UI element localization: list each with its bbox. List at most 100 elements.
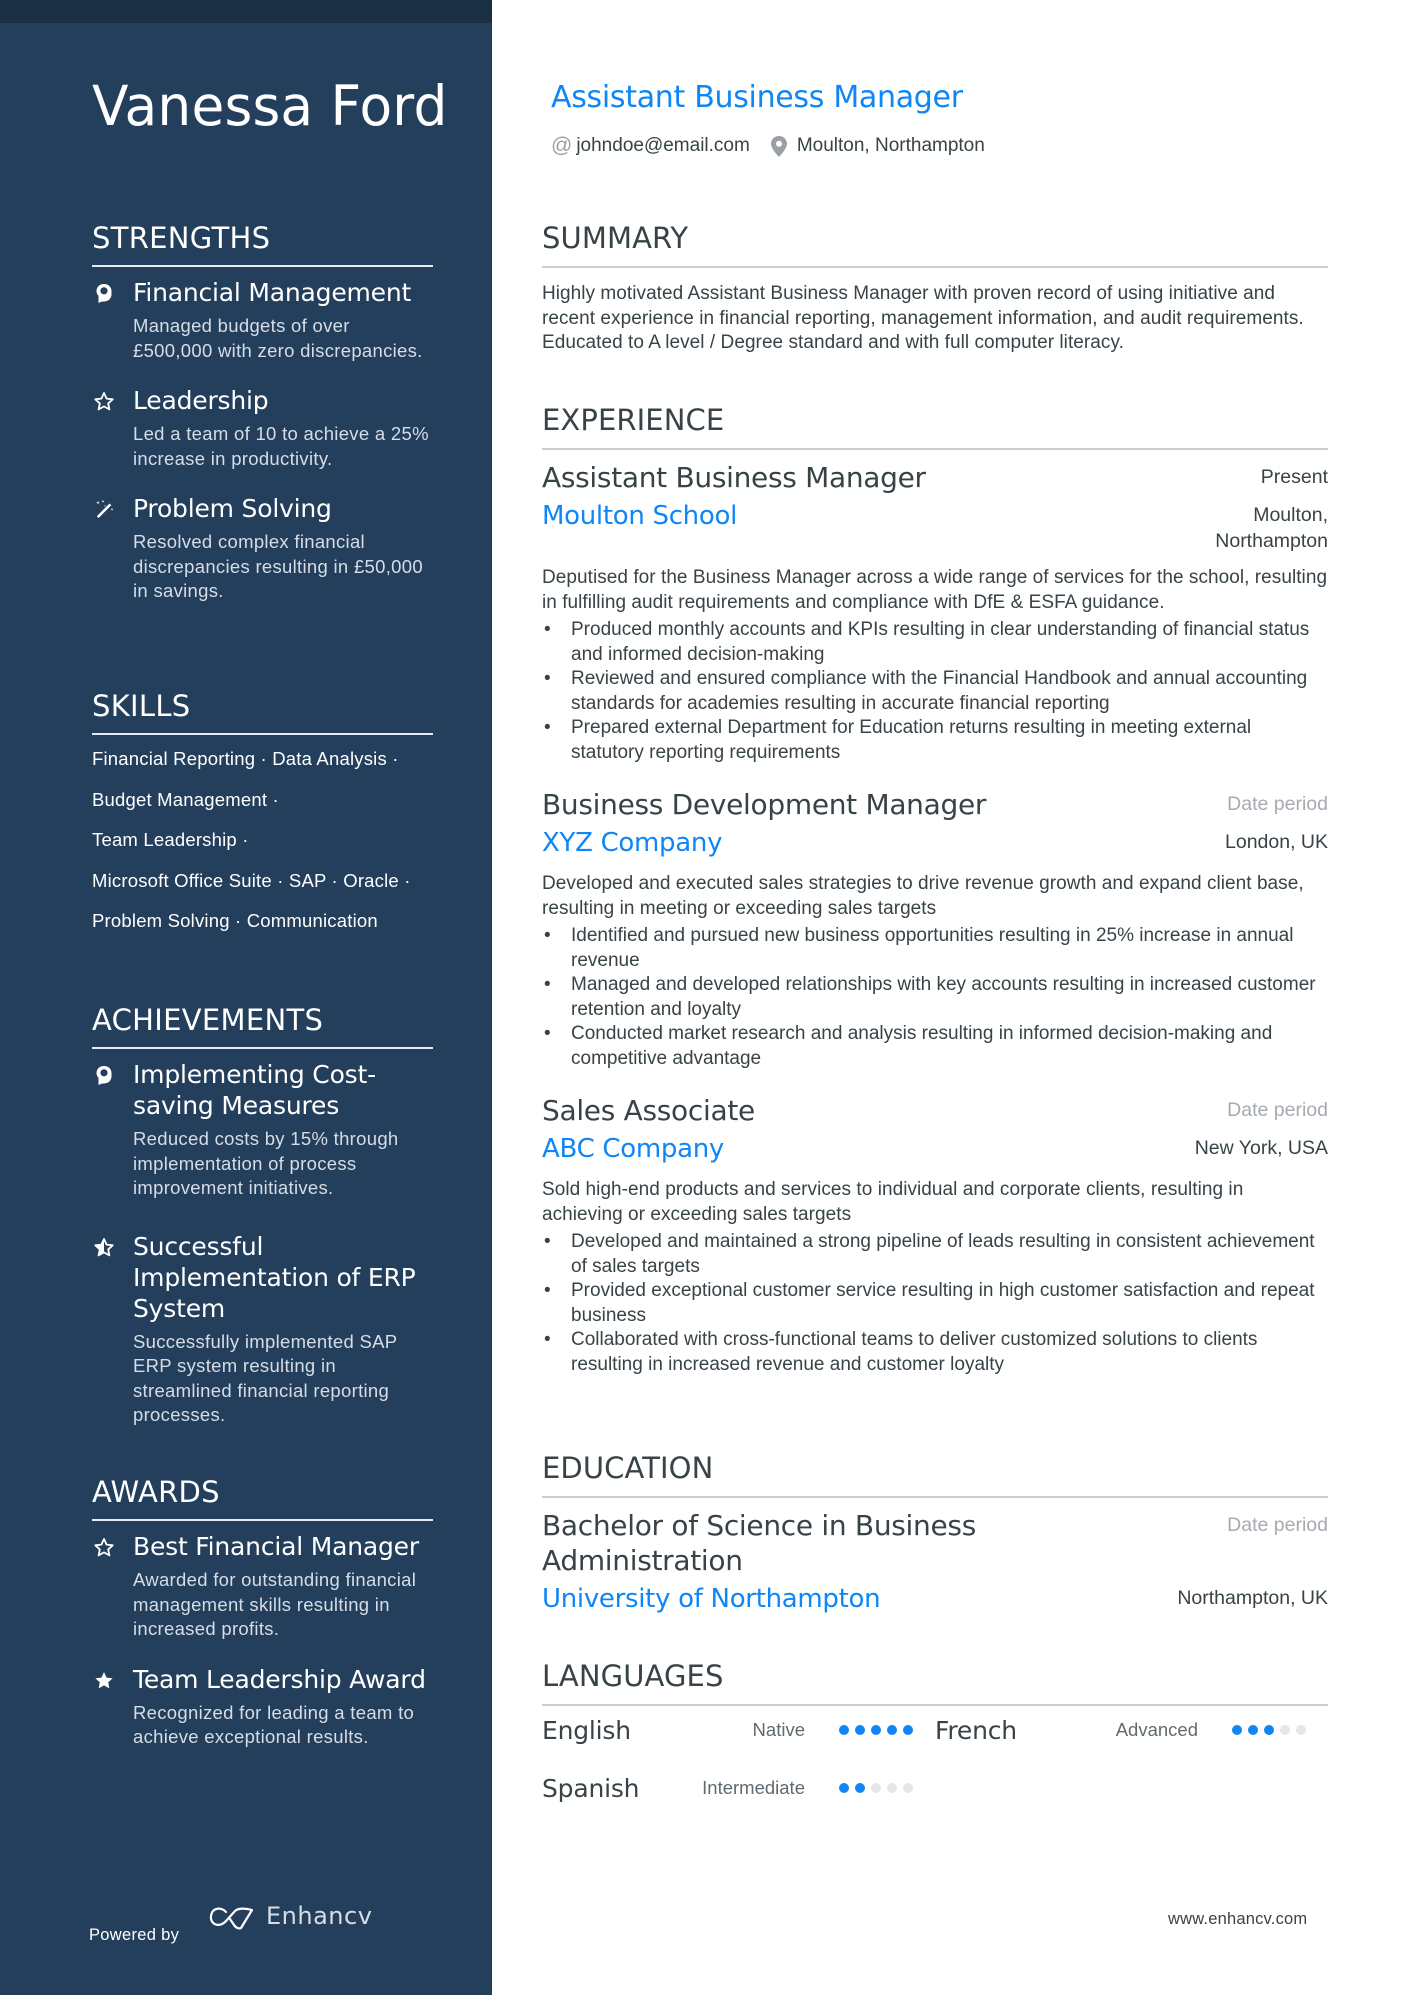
- strength-title: Problem Solving: [133, 494, 332, 523]
- strength-item: Leadership Led a team of 10 to achieve a…: [92, 385, 433, 471]
- strength-title: Financial Management: [133, 278, 412, 307]
- job-role: Assistant Business Manager: [542, 461, 926, 494]
- job-bullet: • Produced monthly accounts and KPIs resu…: [544, 619, 1310, 665]
- job-bullets: • Identified and pursued new business opp…: [542, 924, 1328, 1071]
- language-item: English Native: [542, 1714, 935, 1746]
- summary-text: Highly motivated Assistant Business Mana…: [542, 283, 1304, 353]
- strengths-divider: [92, 265, 433, 267]
- job-entry: Assistant Business Manager Present Moult…: [542, 460, 1328, 765]
- head-brain-icon: [92, 282, 116, 306]
- job-date: Date period: [1227, 1099, 1328, 1121]
- achievements-divider: [92, 1047, 433, 1049]
- strength-item: Problem Solving Resolved complex financi…: [92, 493, 433, 604]
- achievement-desc: Successfully implemented SAP ERP system …: [133, 1330, 398, 1426]
- language-level: Intermediate: [702, 1777, 805, 1798]
- rating-dot-filled: [839, 1783, 849, 1793]
- job-location: London, UK: [1225, 831, 1328, 853]
- location-pin-icon: [770, 135, 787, 157]
- rating-dot-filled: [855, 1783, 865, 1793]
- footer-url[interactable]: www.enhancv.com: [1168, 1910, 1307, 1929]
- language-item: Spanish Intermediate: [542, 1772, 935, 1804]
- awards-section: AWARDS Best Financial Manager Awarded fo…: [92, 1474, 433, 1772]
- job-date: Present: [1260, 466, 1328, 488]
- enhancv-brand[interactable]: Enhancv: [266, 1902, 372, 1930]
- achievements-section: ACHIEVEMENTS Implementing Cost-saving Me…: [92, 1002, 433, 1450]
- summary-heading: SUMMARY: [542, 221, 689, 255]
- job-bullet: • Prepared external Department for Educat…: [544, 717, 1252, 763]
- award-desc: Awarded for outstanding financial manage…: [133, 1569, 417, 1639]
- experience-divider: [542, 448, 1328, 450]
- job-entry: Business Development Manager Date period…: [542, 787, 1328, 1071]
- skills-section: SKILLS Financial Reporting · Data Analys…: [92, 688, 433, 942]
- strengths-section: STRENGTHS Financial Management Managed b…: [92, 220, 433, 626]
- job-bullet: • Developed and maintained a strong pipel…: [544, 1231, 1315, 1277]
- job-bullet: • Provided exceptional customer service r…: [544, 1280, 1315, 1326]
- summary-section: SUMMARY Highly motivated Assistant Busin…: [542, 220, 1328, 356]
- job-location: Moulton, Northampton: [1215, 504, 1328, 552]
- job-role: Sales Associate: [542, 1094, 755, 1127]
- email[interactable]: johndoe@email.com: [576, 135, 750, 157]
- job-location: New York, USA: [1194, 1137, 1328, 1159]
- star-outline-icon: [92, 1536, 116, 1560]
- strength-desc: Resolved complex financial discrepancies…: [133, 531, 423, 601]
- education-heading: EDUCATION: [542, 1451, 714, 1485]
- rating-dot-filled: [1248, 1725, 1258, 1735]
- job-description: Sold high-end products and services to i…: [542, 1179, 1244, 1225]
- award-title: Team Leadership Award: [133, 1664, 426, 1694]
- achievement-title: Successful Implementation of ERP System: [133, 1231, 416, 1323]
- magic-wand-icon: [92, 498, 116, 522]
- education-entry: Bachelor of Science in Business Administ…: [542, 1508, 1328, 1616]
- skills-line: Team Leadership ·: [92, 829, 249, 851]
- skills-line: Microsoft Office Suite · SAP · Oracle ·: [92, 869, 411, 891]
- job-company[interactable]: Moulton School: [542, 500, 737, 533]
- job-bullet: • Collaborated with cross-functional team…: [544, 1329, 1258, 1375]
- languages-heading: LANGUAGES: [542, 1659, 724, 1693]
- rating-dot-empty: [1280, 1725, 1290, 1735]
- head-brain-icon: [92, 1064, 116, 1088]
- achievement-title: Implementing Cost-saving Measures: [133, 1060, 376, 1120]
- awards-heading: AWARDS: [92, 1475, 220, 1509]
- language-rating: [839, 1725, 913, 1735]
- rating-dot-filled: [903, 1725, 913, 1735]
- strength-desc: Managed budgets of over £500,000 with ze…: [133, 315, 423, 361]
- language-name: English: [542, 1715, 631, 1745]
- skills-divider: [92, 733, 433, 735]
- experience-heading: EXPERIENCE: [542, 403, 725, 437]
- languages-list: English Native French Advanced Spanish I…: [542, 1714, 1328, 1804]
- languages-divider: [542, 1704, 1328, 1706]
- education-degree: Bachelor of Science in Business Administ…: [542, 1509, 976, 1577]
- language-name: French: [935, 1715, 1017, 1745]
- education-school[interactable]: University of Northampton: [542, 1583, 881, 1616]
- award-item: Best Financial Manager Awarded for outst…: [92, 1531, 433, 1642]
- language-rating: [1232, 1725, 1306, 1735]
- candidate-name: Vanessa Ford: [92, 74, 448, 138]
- job-bullet: • Managed and developed relationships wit…: [544, 974, 1316, 1020]
- rating-dot-filled: [855, 1725, 865, 1735]
- awards-divider: [92, 1519, 433, 1521]
- job-bullet: • Reviewed and ensured compliance with th…: [544, 668, 1308, 714]
- skills-line: Financial Reporting · Data Analysis ·: [92, 748, 399, 769]
- award-title: Best Financial Manager: [133, 1532, 419, 1561]
- job-description: Developed and executed sales strategies …: [542, 873, 1304, 919]
- achievement-item: Successful Implementation of ERP System …: [92, 1231, 433, 1428]
- achievements-heading: ACHIEVEMENTS: [92, 1003, 324, 1037]
- award-item: Team Leadership Award Recognized for lea…: [92, 1664, 433, 1750]
- contact-info: @ johndoe@email.com Moulton, Northampton: [551, 134, 985, 158]
- job-bullets: • Developed and maintained a strong pipel…: [542, 1230, 1328, 1377]
- skills-line: Problem Solving · Communication: [92, 910, 378, 932]
- job-company[interactable]: XYZ Company: [542, 827, 722, 860]
- rating-dot-empty: [1296, 1725, 1306, 1735]
- sidebar-top-strip: [0, 0, 492, 23]
- job-company[interactable]: ABC Company: [542, 1133, 724, 1166]
- star-outline-icon: [92, 390, 116, 414]
- achievement-item: Implementing Cost-saving Measures Reduce…: [92, 1059, 433, 1201]
- languages-section: LANGUAGES English Native French Advanced…: [542, 1658, 1328, 1804]
- job-date: Date period: [1227, 793, 1328, 815]
- strength-desc: Led a team of 10 to achieve a 25% increa…: [133, 423, 429, 469]
- education-date: Date period: [1227, 1514, 1328, 1536]
- strengths-heading: STRENGTHS: [92, 221, 271, 255]
- strength-title: Leadership: [133, 386, 269, 415]
- rating-dot-filled: [887, 1725, 897, 1735]
- job-role: Business Development Manager: [542, 788, 987, 821]
- rating-dot-empty: [903, 1783, 913, 1793]
